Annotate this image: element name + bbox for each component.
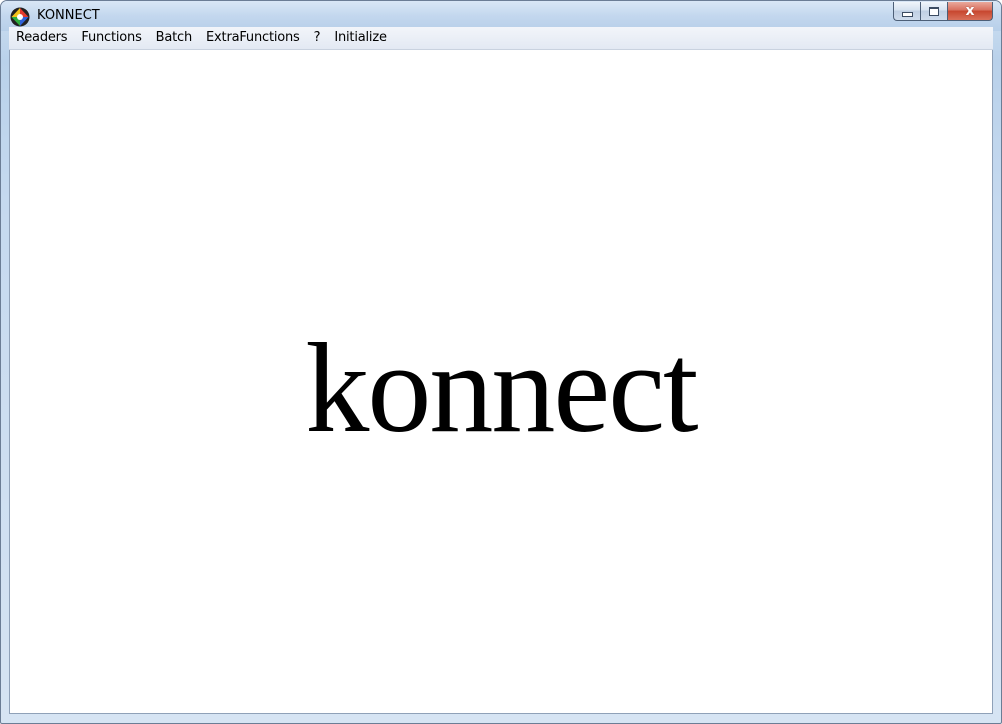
menu-functions[interactable]: Functions [74, 27, 148, 49]
menu-readers[interactable]: Readers [9, 27, 74, 49]
menu-batch[interactable]: Batch [149, 27, 199, 49]
konnect-app-icon [10, 7, 30, 27]
minimize-icon [901, 11, 913, 17]
app-window: KONNECT x Readers Functions Batch ExtraF… [0, 0, 1002, 724]
menu-help[interactable]: ? [307, 27, 328, 49]
window-title: KONNECT [37, 8, 100, 23]
close-icon: x [965, 3, 975, 19]
menu-bar: Readers Functions Batch ExtraFunctions ?… [9, 27, 993, 50]
maximize-icon [929, 6, 939, 16]
caption-buttons: x [893, 2, 993, 21]
minimize-button[interactable] [893, 2, 920, 21]
main-content-area: konnect [9, 50, 993, 714]
maximize-button[interactable] [920, 2, 947, 21]
menu-extrafunctions[interactable]: ExtraFunctions [199, 27, 307, 49]
close-button[interactable]: x [947, 2, 993, 21]
menu-initialize[interactable]: Initialize [327, 27, 393, 49]
konnect-logo-text: konnect [305, 317, 698, 459]
